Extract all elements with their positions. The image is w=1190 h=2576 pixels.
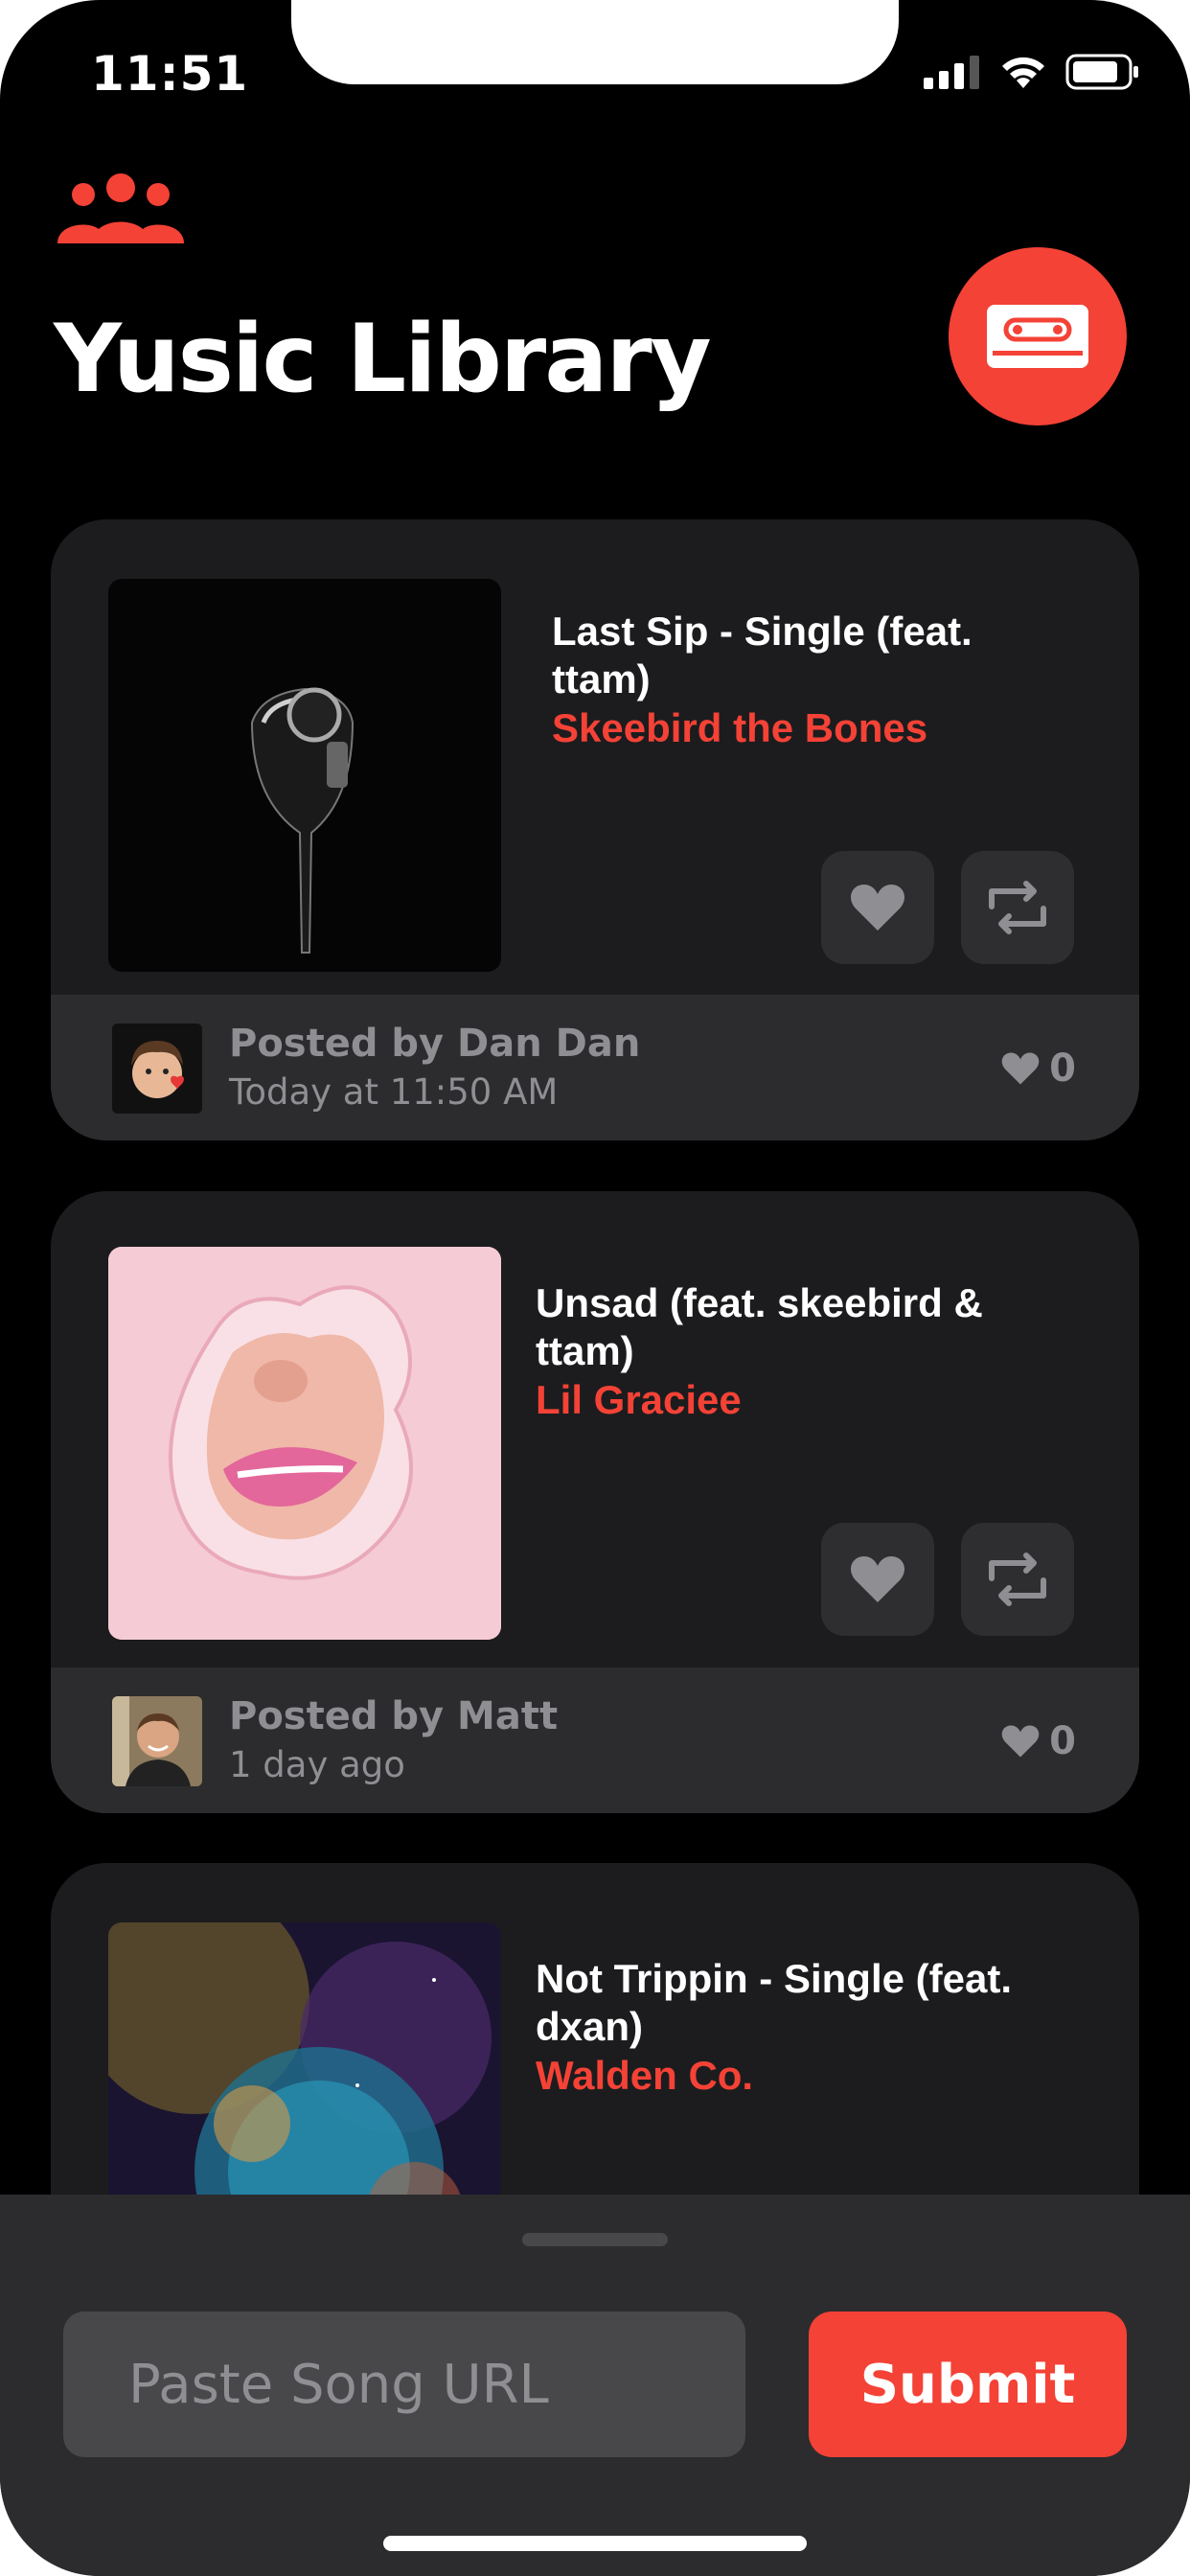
submit-button[interactable]: Submit	[809, 2312, 1127, 2457]
card-footer: Posted by Dan Dan Today at 11:50 AM 0	[51, 995, 1139, 1140]
posted-by: Posted by Dan Dan	[229, 1022, 641, 1066]
like-count: 0	[1001, 1719, 1076, 1763]
song-artist[interactable]: Lil Graciee	[536, 1376, 742, 1424]
avatar	[112, 1024, 202, 1114]
posted-by: Posted by Matt	[229, 1694, 559, 1738]
song-artist[interactable]: Walden Co.	[536, 2052, 753, 2100]
like-count-value: 0	[1049, 1719, 1076, 1763]
cassette-icon	[987, 305, 1088, 368]
heart-icon	[850, 885, 905, 931]
heart-icon	[1001, 1725, 1040, 1758]
repost-button[interactable]	[961, 1523, 1074, 1636]
card-footer: Posted by Matt 1 day ago 0	[51, 1668, 1139, 1813]
page-title: Yusic Library	[54, 305, 712, 414]
device-notch	[291, 0, 899, 84]
song-artist[interactable]: Skeebird the Bones	[552, 704, 927, 752]
posted-time: 1 day ago	[229, 1744, 405, 1785]
people-group-icon[interactable]	[56, 172, 186, 243]
status-indicators	[924, 54, 1140, 90]
like-button[interactable]	[821, 1523, 934, 1636]
cellular-signal-icon	[924, 56, 979, 89]
submit-sheet: Submit	[0, 2195, 1190, 2576]
song-title: Last Sip - Single (feat. ttam)	[552, 609, 973, 702]
repost-button[interactable]	[961, 851, 1074, 964]
like-count: 0	[1001, 1046, 1076, 1091]
album-artwork	[108, 1247, 501, 1640]
song-title: Unsad (feat. skeebird & ttam)	[536, 1280, 983, 1373]
like-button[interactable]	[821, 851, 934, 964]
repost-icon	[989, 881, 1046, 934]
wifi-icon	[1002, 57, 1044, 88]
like-count-value: 0	[1049, 1046, 1076, 1091]
album-artwork	[108, 579, 501, 972]
heart-icon	[850, 1556, 905, 1602]
song-card[interactable]: Last Sip - Single (feat. ttam) Skeebird …	[51, 519, 1139, 1140]
repost-icon	[989, 1552, 1046, 1606]
song-url-input[interactable]	[63, 2312, 745, 2457]
heart-icon	[1001, 1052, 1040, 1085]
avatar	[112, 1696, 202, 1786]
status-time: 11:51	[91, 46, 249, 102]
sheet-grabber[interactable]	[522, 2233, 668, 2246]
battery-icon	[1065, 54, 1138, 90]
posted-time: Today at 11:50 AM	[229, 1071, 559, 1113]
song-card[interactable]: Unsad (feat. skeebird & ttam) Lil Gracie…	[51, 1191, 1139, 1813]
app-screen: 11:51 Yusic Library Last Sip - Single (f…	[0, 0, 1190, 2576]
cassette-button[interactable]	[949, 247, 1127, 426]
song-title: Not Trippin - Single (feat. dxan)	[536, 1956, 1012, 2049]
home-indicator[interactable]	[383, 2536, 807, 2551]
